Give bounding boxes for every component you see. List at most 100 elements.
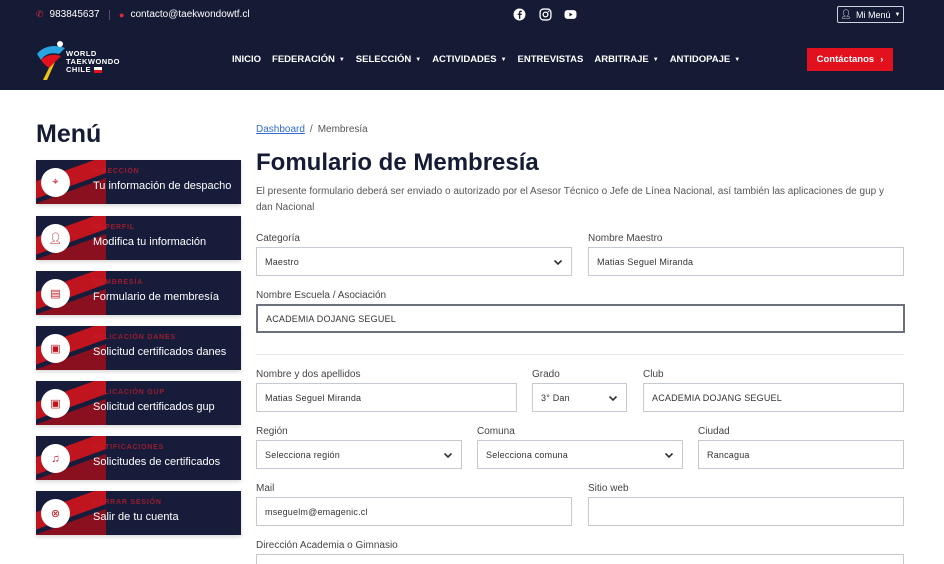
- sidebar-item-direccion[interactable]: ⌖ DIRECCIÓN Tu información de despacho: [36, 160, 241, 204]
- sidebar-item-kicker: APLICACIÓN GUP: [93, 389, 165, 396]
- ciudad-value: Rancagua: [707, 449, 750, 460]
- direccion-label: Dirección Academia o Gimnasio: [256, 540, 398, 551]
- taekwondo-logo-icon: [37, 41, 65, 80]
- certificate-icon: ▣: [41, 334, 70, 363]
- mail-value: mseguelm@emagenic.cl: [265, 506, 368, 517]
- escuela-value: ACADEMIA DOJANG SEGUEL: [266, 313, 396, 324]
- sidebar-title: Menú: [36, 120, 102, 148]
- ciudad-input[interactable]: Rancagua: [698, 440, 904, 469]
- sidebar-item-kicker: CERRAR SESIÓN: [93, 499, 162, 506]
- sidebar-item-label: Salir de tu cuenta: [93, 511, 179, 523]
- nombre-maestro-label: Nombre Maestro: [588, 233, 663, 244]
- grado-label: Grado: [532, 369, 560, 380]
- phone-icon: ✆: [36, 9, 44, 19]
- nav-antidopaje[interactable]: ANTIDOPAJE ▼: [670, 54, 740, 65]
- facebook-icon[interactable]: [513, 8, 526, 21]
- sidebar-item-label: Modifica tu información: [93, 236, 207, 248]
- breadcrumb: Dashboard / Membresía: [256, 124, 368, 135]
- sitio-web-label: Sitio web: [588, 483, 629, 494]
- my-menu-button[interactable]: 👤︎ Mi Menú ▼: [837, 6, 904, 23]
- escuela-label: Nombre Escuela / Asociación: [256, 290, 387, 301]
- site-logo[interactable]: WORLD TAEKWONDO CHILE: [35, 40, 135, 84]
- location-pin-icon: ⌖: [41, 168, 70, 197]
- form-description: El presente formulario deberá ser enviad…: [256, 186, 884, 213]
- sidebar-item-kicker: APLICACIÓN DANES: [93, 334, 176, 341]
- sidebar-item-gup[interactable]: ▣ APLICACIÓN GUP Solicitud certificados …: [36, 381, 241, 425]
- email-address: contacto@taekwondowtf.cl: [130, 9, 250, 20]
- nav-entrevistas[interactable]: ENTREVISTAS: [518, 54, 584, 65]
- section-divider: [256, 354, 904, 355]
- phone-number: 983845637: [49, 9, 100, 20]
- categoria-value: Maestro: [265, 256, 299, 267]
- my-menu-label: Mi Menú: [855, 9, 891, 20]
- sidebar-item-kicker: MEMBRESÍA: [93, 279, 143, 286]
- mail-label: Mail: [256, 483, 275, 494]
- document-icon: ▤: [41, 279, 70, 308]
- comuna-value: Selecciona comuna: [486, 449, 568, 460]
- chevron-down-icon: ▼: [500, 56, 507, 63]
- sidebar-item-label: Solicitudes de certificados: [93, 456, 221, 468]
- phone-contact[interactable]: ✆ 983845637: [36, 9, 100, 20]
- chevron-down-icon: ▼: [338, 56, 345, 63]
- comuna-select[interactable]: Selecciona comuna: [477, 440, 683, 469]
- page-title: Fomulario de Membresía: [256, 149, 539, 176]
- chevron-down-icon: ▼: [894, 11, 901, 18]
- mail-icon: ●: [119, 9, 125, 20]
- categoria-select[interactable]: Maestro: [256, 247, 572, 276]
- nombre-label: Nombre y dos apellidos: [256, 369, 361, 380]
- nav-arbitraje[interactable]: ARBITRAJE ▼: [594, 54, 658, 65]
- youtube-icon[interactable]: [564, 8, 577, 21]
- region-value: Selecciona región: [265, 449, 340, 460]
- club-label: Club: [643, 369, 664, 380]
- sidebar-item-cerrar-sesion[interactable]: ⊗ CERRAR SESIÓN Salir de tu cuenta: [36, 491, 241, 535]
- sidebar-item-kicker: DIRECCIÓN: [93, 168, 140, 175]
- sidebar-item-kicker: NOTIFICACIONES: [93, 444, 165, 451]
- email-contact[interactable]: ● contacto@taekwondowtf.cl: [119, 9, 250, 20]
- ciudad-label: Ciudad: [698, 426, 730, 437]
- club-input[interactable]: ACADEMIA DOJANG SEGUEL: [643, 383, 904, 412]
- chevron-down-icon: ▼: [734, 56, 741, 63]
- contact-button[interactable]: Contáctanos ›: [807, 48, 893, 71]
- sidebar-item-perfil[interactable]: 👤︎ MI PERFIL Modifica tu información: [36, 216, 241, 260]
- breadcrumb-dashboard-link[interactable]: Dashboard: [256, 124, 305, 135]
- chevron-down-icon: [553, 257, 563, 267]
- logo-text: WORLD TAEKWONDO CHILE: [66, 49, 120, 74]
- nombre-input[interactable]: Matias Seguel Miranda: [256, 383, 517, 412]
- sidebar-item-label: Solicitud certificados danes: [93, 346, 227, 358]
- top-bar: ✆ 983845637 ● contacto@taekwondowtf.cl 👤…: [0, 0, 944, 30]
- user-icon: 👤︎: [840, 9, 852, 19]
- nombre-maestro-input[interactable]: Matias Seguel Miranda: [588, 247, 904, 276]
- divider: [109, 10, 110, 20]
- escuela-input[interactable]: ACADEMIA DOJANG SEGUEL: [256, 304, 905, 333]
- nav-actividades[interactable]: ACTIVIDADES ▼: [432, 54, 506, 65]
- bell-icon: ♫: [41, 444, 70, 473]
- grado-select[interactable]: 3° Dan: [532, 383, 627, 412]
- breadcrumb-current: Membresía: [317, 124, 368, 135]
- sidebar-item-label: Tu información de despacho: [93, 180, 232, 192]
- instagram-icon[interactable]: [539, 8, 552, 21]
- nav-seleccion[interactable]: SELECCIÓN ▼: [356, 54, 421, 65]
- mail-input[interactable]: mseguelm@emagenic.cl: [256, 497, 572, 526]
- direccion-input[interactable]: [256, 554, 904, 564]
- nombre-maestro-value: Matias Seguel Miranda: [597, 256, 694, 267]
- nav-federacion[interactable]: FEDERACIÓN ▼: [272, 54, 345, 65]
- main-header: WORLD TAEKWONDO CHILE INICIO FEDERACIÓN ▼…: [0, 30, 944, 90]
- certificate-icon: ▣: [41, 389, 70, 418]
- comuna-label: Comuna: [477, 426, 515, 437]
- club-value: ACADEMIA DOJANG SEGUEL: [652, 392, 782, 403]
- breadcrumb-separator: /: [309, 124, 313, 135]
- nombre-value: Matias Seguel Miranda: [265, 392, 362, 403]
- sidebar-item-membresia[interactable]: ▤ MEMBRESÍA Formulario de membresía: [36, 271, 241, 315]
- sitio-web-input[interactable]: [588, 497, 904, 526]
- grado-value: 3° Dan: [541, 392, 570, 403]
- nav-inicio[interactable]: INICIO: [232, 54, 261, 65]
- chevron-down-icon: ▼: [415, 56, 422, 63]
- sidebar-item-label: Formulario de membresía: [93, 291, 219, 303]
- chevron-right-icon: ›: [880, 54, 884, 65]
- contact-label: Contáctanos: [816, 54, 875, 65]
- sidebar-item-danes[interactable]: ▣ APLICACIÓN DANES Solicitud certificado…: [36, 326, 241, 370]
- chevron-down-icon: ▼: [652, 56, 659, 63]
- user-icon: 👤︎: [41, 224, 70, 253]
- sidebar-item-notificaciones[interactable]: ♫ NOTIFICACIONES Solicitudes de certific…: [36, 436, 241, 480]
- region-select[interactable]: Selecciona región: [256, 440, 462, 469]
